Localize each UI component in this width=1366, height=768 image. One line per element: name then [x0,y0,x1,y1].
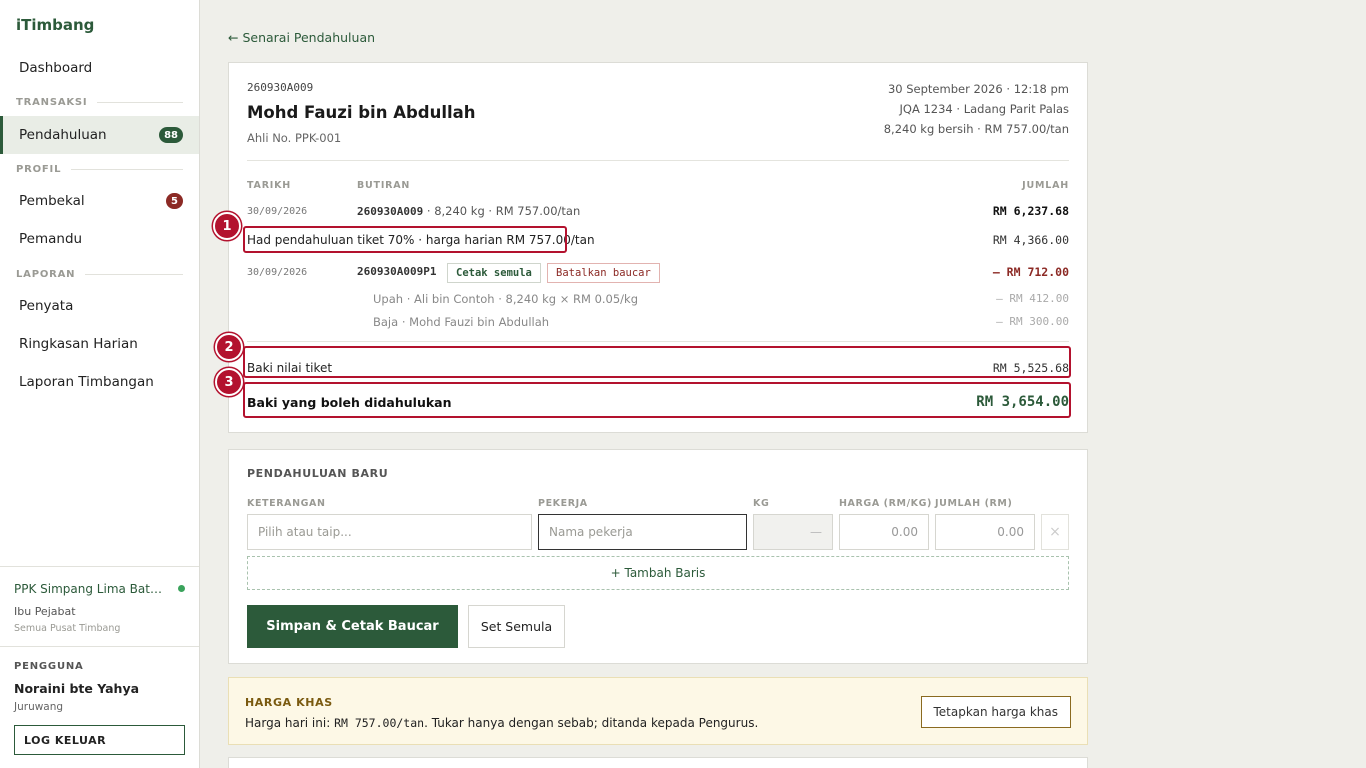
description-input[interactable]: Pilih atau taip... [247,514,532,550]
user-section-label: PENGGUNA [14,661,84,672]
set-special-price-button[interactable]: Tetapkan harga khas [920,696,1071,728]
sidebar-item-label: Pendahuluan [19,127,107,143]
sidebar-item-label: Dashboard [19,60,93,76]
sidebar-item-label: Pemandu [19,231,83,247]
section-label: LAPORAN [16,269,76,280]
org-name: PPK Simpang Lima Batu Pahat [14,582,166,596]
count-badge: 5 [166,193,183,209]
notice-text-prefix: Harga hari ini: [245,716,335,730]
sidebar-item-penyata[interactable]: Penyata [0,287,199,325]
online-status-dot-icon [178,585,185,592]
column-header-detail: BUTIRAN [357,180,411,191]
divider [247,160,1069,161]
row-detail: 260930A009 · 8,240 kg · RM 757.00/tan [357,204,580,218]
ticket-number: 260930A009 [247,81,314,94]
notice-title: HARGA KHAS [245,696,333,709]
count-badge: 88 [159,127,183,143]
kg-input: — [753,514,833,550]
cancel-voucher-button[interactable]: Batalkan baucar [547,263,660,283]
field-label-total: JUMLAH (RM) [935,498,1013,509]
sidebar-item-pemandu[interactable]: Pemandu [0,220,199,258]
reprint-button[interactable]: Cetak semula [447,263,541,283]
field-label-description: KETERANGAN [247,498,326,509]
reset-button[interactable]: Set Semula [468,605,565,648]
sidebar-item-label: Penyata [19,298,74,314]
field-label-price: HARGA (RM/KG) [839,498,932,509]
new-advance-card: PENDAHULUAN BARU KETERANGAN PEKERJA KG H… [228,449,1088,664]
notice-price: RM 757.00/tan [334,716,425,730]
remove-row-close-icon[interactable]: × [1041,514,1069,550]
field-label-kg: KG [753,498,770,509]
notice-text-suffix: . Tukar hanya dengan sebab; ditanda kepa… [424,716,759,730]
section-title: PENDAHULUAN BARU [247,467,389,480]
section-label: PROFIL [16,164,62,175]
user-panel: PENGGUNA Noraini bte Yahya Juruwang LOG … [0,646,199,755]
voucher-ref: 260930A009P1 [357,265,437,278]
price-input[interactable]: 0.00 [839,514,929,550]
sidebar-item-pembekal[interactable]: Pembekal 5 [0,182,199,220]
organization-switcher[interactable]: PPK Simpang Lima Batu Pahat Ibu Pejabat … [0,566,199,646]
back-link[interactable]: ← Senarai Pendahuluan [228,30,375,45]
next-card [228,757,1088,768]
ticket-ref: 260930A009 [357,205,424,218]
annotation-marker: 3 [215,368,243,396]
total-input[interactable]: 0.00 [935,514,1035,550]
column-header-date: TARIKH [247,180,292,191]
sidebar-item-laporan-timbangan[interactable]: Laporan Timbangan [0,363,199,401]
voucher-amount: – RM 712.00 [992,265,1069,279]
worker-input[interactable]: Nama pekerja [538,514,747,550]
annotation-marker: 1 [213,212,241,240]
ticket-owner-name: Mohd Fauzi bin Abdullah [247,103,476,122]
save-print-voucher-button[interactable]: Simpan & Cetak Baucar [247,605,458,648]
brand-logo: iTimbang [16,16,95,34]
sidebar-item-label: Laporan Timbangan [19,374,154,390]
advance-limit-amount: RM 4,366.00 [992,233,1069,247]
ticket-weight: 8,240 kg bersih · RM 757.00/tan [883,122,1069,136]
sidebar-item-pendahuluan[interactable]: Pendahuluan 88 [0,116,199,154]
column-header-amount: JUMLAH [1022,180,1069,191]
sidebar-item-label: Ringkasan Harian [19,336,138,352]
annotation-marker: 2 [215,333,243,361]
section-laporan: LAPORAN [16,269,183,280]
highlight-box [243,382,1071,418]
highlight-box [243,226,567,253]
sidebar-item-label: Pembekal [19,193,85,209]
logout-button[interactable]: LOG KELUAR [14,725,185,755]
row-amount: RM 6,237.68 [992,204,1069,218]
ticket-vehicle: JQA 1234 · Ladang Parit Palas [899,102,1070,116]
row-date: 30/09/2026 [247,206,308,217]
sidebar-item-ringkasan-harian[interactable]: Ringkasan Harian [0,325,199,363]
sidebar-item-dashboard[interactable]: Dashboard [0,49,199,87]
voucher-line-fertilizer: Baja · Mohd Fauzi bin Abdullah [373,315,550,329]
sidebar: iTimbang Dashboard TRANSAKSI Pendahuluan… [0,0,200,768]
user-name: Noraini bte Yahya [14,681,140,696]
voucher-line-fertilizer-amount: – RM 300.00 [996,315,1069,328]
notice-text: Harga hari ini: RM 757.00/tan. Tukar han… [245,716,758,730]
divider [247,341,1069,342]
section-transaksi: TRANSAKSI [16,97,183,108]
org-scope: Semua Pusat Timbang [14,623,121,634]
voucher-line-wage-amount: – RM 412.00 [996,292,1069,305]
add-row-button[interactable]: + Tambah Baris [247,556,1069,590]
special-price-notice: HARGA KHAS Harga hari ini: RM 757.00/tan… [228,677,1088,745]
section-profil: PROFIL [16,164,183,175]
voucher-line-wage: Upah · Ali bin Contoh · 8,240 kg × RM 0.… [373,292,639,306]
member-number: Ahli No. PPK-001 [247,131,342,145]
field-label-worker: PEKERJA [538,498,588,509]
ticket-datetime: 30 September 2026 · 12:18 pm [887,82,1069,96]
user-role: Juruwang [14,701,64,713]
highlight-box [243,346,1071,378]
org-branch: Ibu Pejabat [14,605,76,618]
row-date: 30/09/2026 [247,267,308,278]
row-detail-text: · 8,240 kg · RM 757.00/tan [423,204,581,218]
section-label: TRANSAKSI [16,97,88,108]
